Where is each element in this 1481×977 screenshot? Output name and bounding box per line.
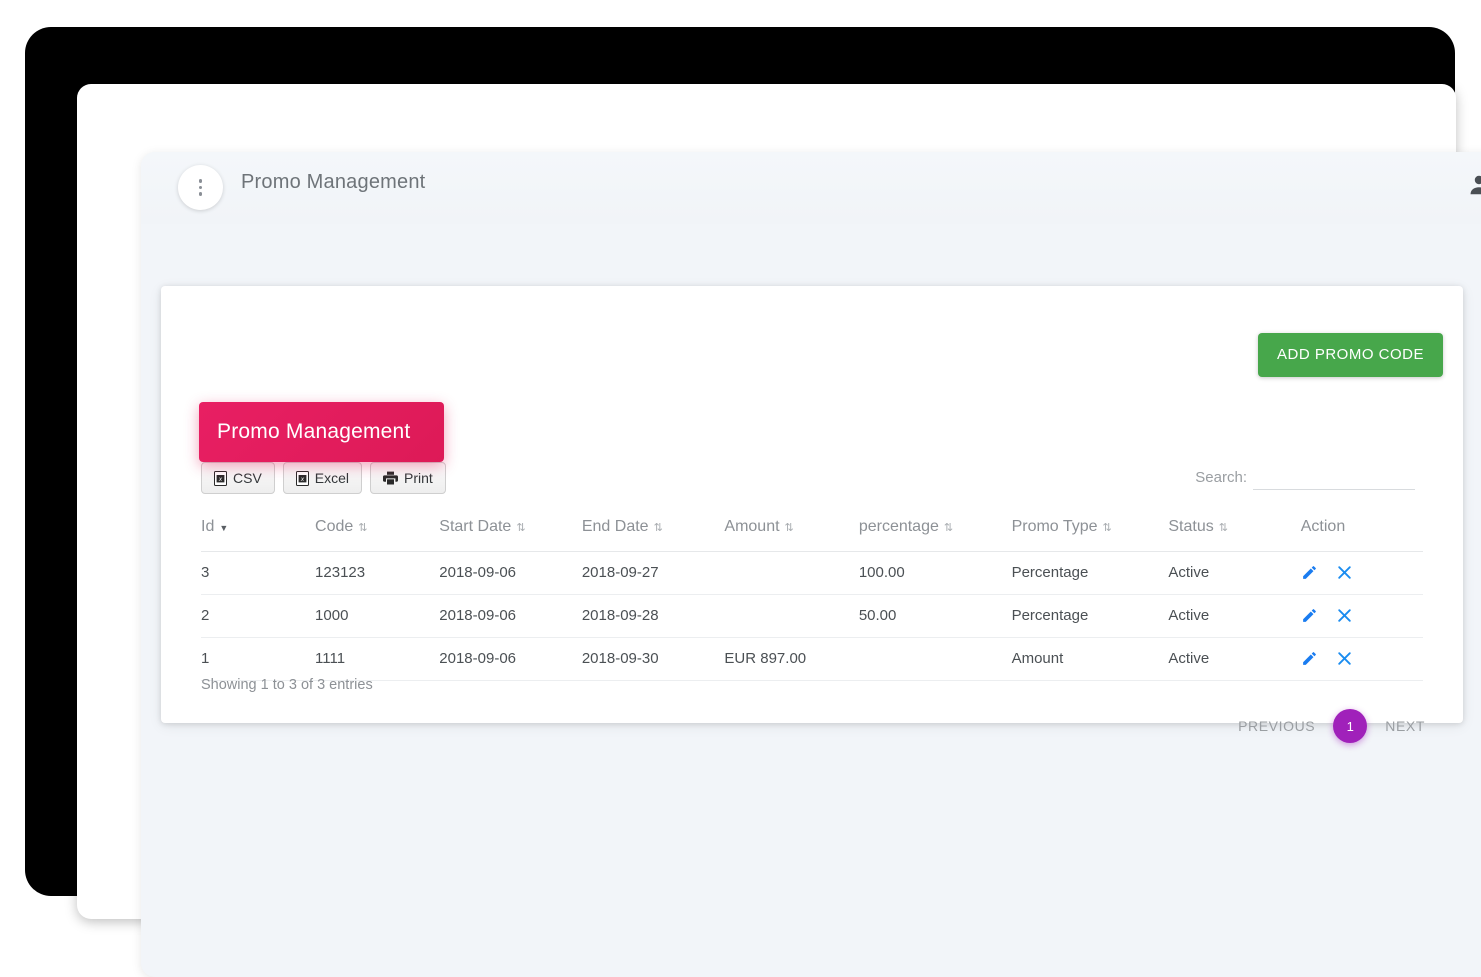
cell-code: 1000 <box>315 594 440 638</box>
cell-start-date: 2018-09-06 <box>439 637 582 681</box>
cell-status: Active <box>1168 594 1301 638</box>
cell-id: 2 <box>201 594 316 638</box>
device-frame: Promo Management ADD PROMO CODE x CSV x … <box>25 27 1481 977</box>
cell-action <box>1300 637 1423 681</box>
column-label: Status <box>1168 518 1214 535</box>
close-x-icon[interactable] <box>1336 607 1353 624</box>
card-ribbon-title: Promo Management <box>199 402 444 462</box>
sort-icon: ⇅ <box>653 522 663 534</box>
close-x-icon[interactable] <box>1336 650 1353 667</box>
cell-id: 3 <box>201 551 316 595</box>
cell-status: Active <box>1168 551 1301 595</box>
table-header-row: Id ▼ Code ⇅ Start Date ⇅ End Date ⇅ Amou… <box>201 518 1423 552</box>
cell-amount <box>724 594 859 638</box>
cell-end-date: 2018-09-28 <box>581 594 725 638</box>
column-header-action: Action <box>1300 518 1423 552</box>
pagination: PREVIOUS 1 NEXT <box>1238 709 1425 743</box>
search-area: Search: <box>1195 465 1415 490</box>
column-label: percentage <box>858 518 939 535</box>
column-header-start-date[interactable]: Start Date ⇅ <box>439 518 582 552</box>
pagination-page-1[interactable]: 1 <box>1333 709 1368 743</box>
pencil-icon[interactable] <box>1301 607 1318 624</box>
close-x-icon[interactable] <box>1336 564 1353 581</box>
column-header-end-date[interactable]: End Date ⇅ <box>581 518 725 552</box>
export-csv-button[interactable]: x CSV <box>201 462 275 494</box>
pagination-next[interactable]: NEXT <box>1385 718 1425 734</box>
pagination-previous[interactable]: PREVIOUS <box>1238 718 1315 734</box>
app-topbar: Promo Management <box>141 152 1481 224</box>
table-row: 3 123123 2018-09-06 2018-09-27 100.00 Pe… <box>201 551 1423 595</box>
export-excel-label: Excel <box>314 470 350 486</box>
export-excel-button[interactable]: x Excel <box>282 462 363 494</box>
file-excel-icon: x <box>214 470 227 486</box>
column-label: Code <box>315 518 354 535</box>
sort-icon: ⇅ <box>1102 522 1112 534</box>
print-button[interactable]: Print <box>370 462 446 494</box>
cell-promo-type: Amount <box>1011 637 1169 681</box>
column-label: Amount <box>724 518 780 535</box>
sort-icon: ⇅ <box>516 522 526 534</box>
cell-percentage: 100.00 <box>858 551 1012 595</box>
table-row: 2 1000 2018-09-06 2018-09-28 50.00 Perce… <box>201 594 1423 638</box>
cell-code: 1111 <box>315 637 440 681</box>
menu-dot <box>198 185 203 190</box>
column-label: Action <box>1300 518 1346 535</box>
cell-amount <box>724 551 859 595</box>
cell-action <box>1300 594 1423 638</box>
column-header-code[interactable]: Code ⇅ <box>315 518 440 552</box>
sort-icon: ⇅ <box>1218 522 1228 534</box>
cell-status: Active <box>1168 637 1301 681</box>
pencil-icon[interactable] <box>1301 650 1318 667</box>
user-account-icon[interactable] <box>1466 172 1481 198</box>
column-header-id[interactable]: Id ▼ <box>201 518 316 552</box>
column-label: End Date <box>581 518 649 535</box>
promo-table: Id ▼ Code ⇅ Start Date ⇅ End Date ⇅ Amou… <box>201 518 1423 681</box>
cell-start-date: 2018-09-06 <box>439 551 582 595</box>
column-header-percentage[interactable]: percentage ⇅ <box>858 518 1012 552</box>
promo-table-body: 3 123123 2018-09-06 2018-09-27 100.00 Pe… <box>201 551 1423 681</box>
add-promo-code-button[interactable]: ADD PROMO CODE <box>1257 333 1443 377</box>
menu-dot <box>198 179 203 183</box>
search-label: Search: <box>1195 469 1247 486</box>
cell-promo-type: Percentage <box>1011 551 1169 595</box>
export-csv-label: CSV <box>233 470 262 486</box>
cell-amount: EUR 897.00 <box>724 637 859 681</box>
showing-entries-info: Showing 1 to 3 of 3 entries <box>201 677 373 693</box>
cell-promo-type: Percentage <box>1011 594 1169 638</box>
more-vert-icon[interactable] <box>178 165 223 210</box>
column-label: Start Date <box>439 518 512 535</box>
cell-percentage: 50.00 <box>858 594 1012 638</box>
cell-action <box>1300 551 1423 595</box>
export-button-group: x CSV x Excel Print <box>201 462 446 494</box>
card-ribbon-label: Promo Management <box>217 420 411 443</box>
printer-icon <box>383 471 399 485</box>
pencil-icon[interactable] <box>1301 564 1318 581</box>
cell-code: 123123 <box>315 551 440 595</box>
app-viewport: Promo Management ADD PROMO CODE x CSV x … <box>141 152 1481 977</box>
promo-table-head: Id ▼ Code ⇅ Start Date ⇅ End Date ⇅ Amou… <box>201 518 1423 552</box>
page-title: Promo Management <box>241 171 426 193</box>
sort-desc-icon: ▼ <box>219 523 229 533</box>
cell-end-date: 2018-09-30 <box>581 637 725 681</box>
print-label: Print <box>404 470 433 486</box>
search-input[interactable] <box>1253 465 1415 490</box>
column-header-amount[interactable]: Amount ⇅ <box>724 518 859 552</box>
cell-percentage <box>858 637 1012 681</box>
sort-icon: ⇅ <box>784 522 794 534</box>
column-label: Id <box>201 518 215 535</box>
column-header-status[interactable]: Status ⇅ <box>1168 518 1301 552</box>
file-excel-icon: x <box>295 470 309 486</box>
sort-icon: ⇅ <box>943 522 954 534</box>
cell-start-date: 2018-09-06 <box>439 594 582 638</box>
device-screen: Promo Management ADD PROMO CODE x CSV x … <box>77 84 1481 977</box>
column-label: Promo Type <box>1011 518 1098 535</box>
promo-management-card: ADD PROMO CODE x CSV x Excel Print Searc… <box>161 286 1463 743</box>
sort-icon: ⇅ <box>358 522 368 534</box>
table-row: 1 1111 2018-09-06 2018-09-30 EUR 897.00 … <box>201 637 1423 681</box>
menu-dot <box>198 192 203 196</box>
cell-id: 1 <box>201 637 316 681</box>
cell-end-date: 2018-09-27 <box>581 551 725 595</box>
column-header-promo-type[interactable]: Promo Type ⇅ <box>1011 518 1169 552</box>
